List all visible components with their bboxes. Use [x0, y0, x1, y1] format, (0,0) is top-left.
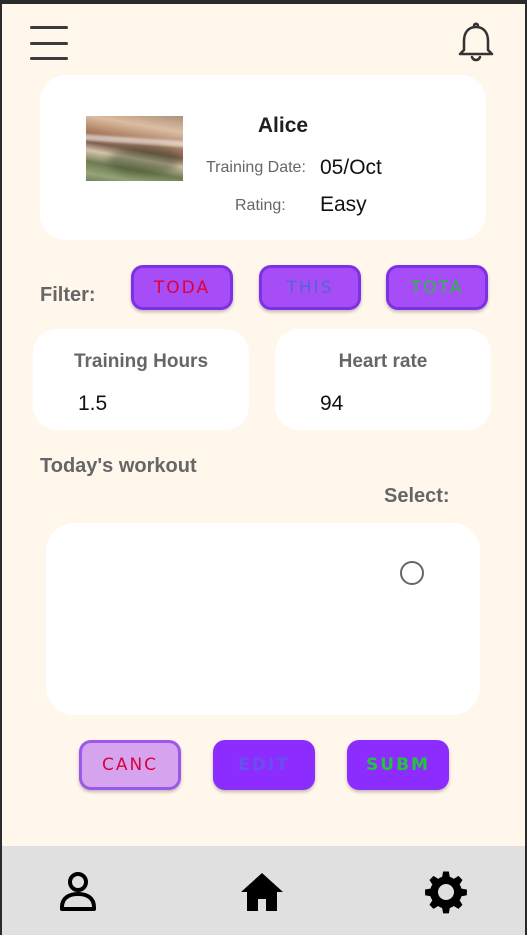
bottom-navigation	[2, 846, 525, 935]
menu-line	[30, 41, 68, 45]
filter-this-button[interactable]: THIS	[259, 265, 361, 310]
training-date-value: 05/Oct	[320, 156, 382, 179]
settings-icon[interactable]	[422, 868, 470, 916]
todays-workout-title: Today's workout	[40, 455, 197, 477]
training-date-label: Training Date:	[206, 159, 306, 176]
select-label: Select:	[384, 485, 450, 507]
training-hours-label: Training Hours	[73, 351, 209, 372]
filter-today-button[interactable]: TODA	[131, 265, 233, 310]
training-hours-value: 1.5	[78, 392, 108, 415]
training-hours-card: Training Hours 1.5	[33, 329, 249, 430]
profile-icon[interactable]	[54, 868, 102, 916]
menu-line	[30, 57, 68, 60]
workout-list-card	[46, 523, 480, 715]
profile-card: Alice Training Date: 05/Oct Rating: Easy	[40, 75, 486, 240]
cancel-button[interactable]: CANC	[79, 740, 181, 790]
edit-button[interactable]: EDIT	[213, 740, 315, 790]
submit-button[interactable]: SUBM	[347, 740, 449, 790]
heart-rate-card: Heart rate 94	[275, 329, 491, 430]
profile-photo	[86, 116, 183, 181]
bell-icon[interactable]	[456, 22, 496, 64]
rating-label: Rating:	[235, 197, 286, 214]
workout-screen: Alice Training Date: 05/Oct Rating: Easy…	[2, 4, 525, 935]
filter-total-button[interactable]: TOTA	[386, 265, 488, 310]
filter-label: Filter:	[40, 284, 96, 306]
user-name: Alice	[257, 114, 309, 137]
hamburger-menu-button[interactable]	[30, 26, 72, 60]
heart-rate-value: 94	[320, 392, 344, 415]
workout-select-radio[interactable]	[400, 561, 424, 585]
rating-value: Easy	[320, 193, 367, 216]
heart-rate-label: Heart rate	[338, 351, 428, 372]
menu-line	[30, 26, 68, 29]
home-icon[interactable]	[238, 868, 286, 916]
